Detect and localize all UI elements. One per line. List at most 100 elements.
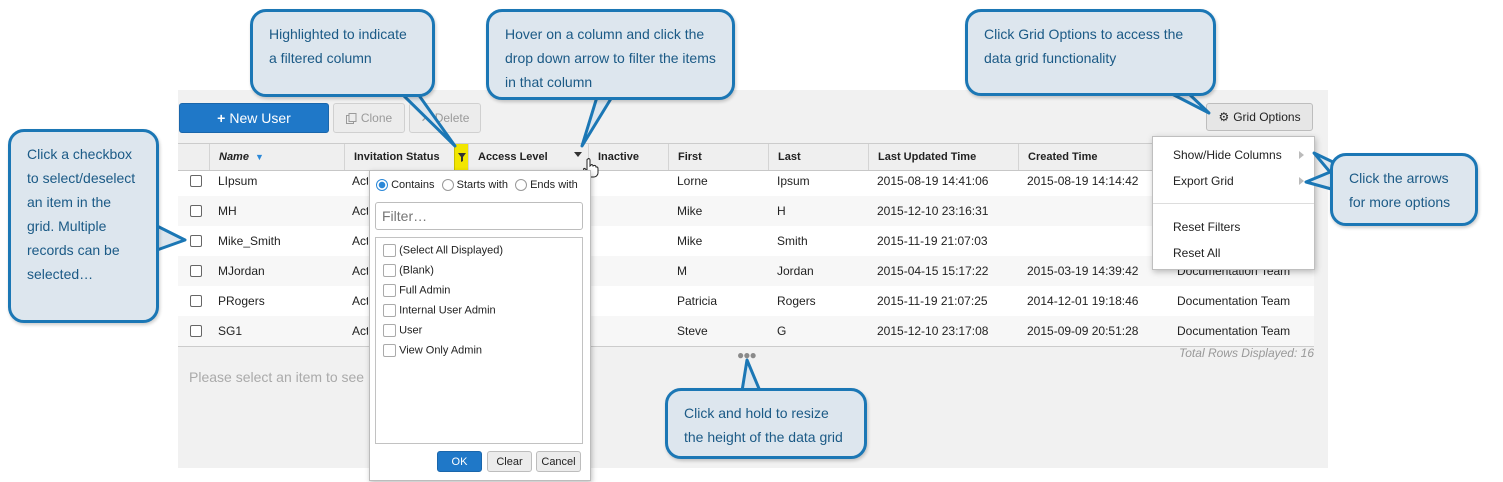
row-checkbox[interactable] — [190, 265, 202, 277]
column-dropdown-arrow-icon[interactable] — [574, 152, 582, 157]
cell-first: Lorne — [677, 174, 708, 188]
list-item[interactable]: Full Admin — [383, 284, 450, 297]
cell-name: LIpsum — [218, 174, 258, 188]
cell-status: Act — [352, 204, 368, 218]
table-row[interactable]: PRogers Act Patricia Rogers 2015-11-19 2… — [178, 286, 1314, 316]
cell-first: Patricia — [677, 294, 718, 308]
cell-first: Mike — [677, 204, 703, 218]
column-header-label: Access Level — [478, 151, 548, 163]
data-grid: Name ▼ Invitation Status Access Level In… — [178, 143, 1314, 347]
clone-button[interactable]: Clone — [333, 103, 405, 133]
list-item[interactable]: (Blank) — [383, 264, 434, 277]
cell-team: Documentation Team — [1177, 294, 1291, 308]
cell-created: 2015-03-19 14:39:42 — [1027, 264, 1139, 278]
option-label: View Only Admin — [399, 344, 483, 357]
cell-team: Documentation Team — [1177, 324, 1291, 338]
row-checkbox[interactable] — [190, 325, 202, 337]
menu-item-reset-all[interactable]: Reset All — [1173, 246, 1220, 260]
cell-last: Smith — [777, 234, 808, 248]
filter-mode-row: Contains Starts with Ends with — [376, 179, 578, 192]
cell-last: G — [777, 324, 787, 338]
list-item[interactable]: View Only Admin — [383, 344, 482, 357]
filter-input[interactable] — [375, 202, 583, 230]
option-checkbox[interactable] — [383, 324, 396, 337]
row-checkbox[interactable] — [190, 175, 202, 187]
row-checkbox[interactable] — [190, 235, 202, 247]
cell-name: PRogers — [218, 294, 265, 308]
option-label: Full Admin — [399, 284, 451, 297]
column-header-label: Inactive — [598, 151, 639, 163]
cell-name: Mike_Smith — [218, 234, 281, 248]
cell-updated: 2015-11-19 21:07:25 — [877, 294, 988, 308]
total-rows-label: Total Rows Displayed: 16 — [1179, 346, 1314, 360]
column-header-label: Last — [778, 151, 801, 163]
column-header-label: Invitation Status — [354, 151, 440, 163]
cell-status: Act — [352, 324, 368, 338]
grid-options-label: Grid Options — [1233, 110, 1301, 124]
list-item[interactable]: (Select All Displayed) — [383, 244, 503, 257]
menu-item-export-grid[interactable]: Export Grid — [1173, 174, 1234, 188]
menu-item-reset-filters[interactable]: Reset Filters — [1173, 220, 1240, 234]
clear-button[interactable]: Clear — [487, 451, 532, 472]
column-header-label: Created Time — [1028, 151, 1098, 163]
row-checkbox[interactable] — [190, 295, 202, 307]
menu-item-show-hide-columns[interactable]: Show/Hide Columns — [1173, 148, 1282, 162]
ok-button[interactable]: OK — [437, 451, 482, 472]
submenu-arrow-icon[interactable] — [1299, 151, 1304, 159]
cell-updated: 2015-11-19 21:07:03 — [877, 234, 988, 248]
table-row[interactable]: SG1 Act Steve G 2015-12-10 23:17:08 2015… — [178, 316, 1314, 346]
column-header-label: First — [678, 151, 702, 163]
column-header-label: Name — [219, 151, 249, 163]
clone-label: Clone — [360, 111, 393, 125]
option-label: (Select All Displayed) — [399, 244, 503, 257]
delete-label: Delete — [434, 111, 470, 125]
sort-desc-icon: ▼ — [255, 152, 264, 162]
cell-updated: 2015-12-10 23:17:08 — [877, 324, 989, 338]
option-checkbox[interactable] — [383, 344, 396, 357]
option-label: Internal User Admin — [399, 304, 496, 317]
cell-last: Ipsum — [777, 174, 810, 188]
contains-label: Contains — [391, 179, 435, 191]
delete-button[interactable]: ✕ Delete — [409, 103, 481, 133]
resize-handle-icon[interactable]: ●●● — [737, 348, 757, 362]
starts-with-radio[interactable] — [441, 179, 454, 192]
table-row[interactable]: LIpsum Act Lorne Ipsum 2015-08-19 14:41:… — [178, 166, 1314, 196]
callout-highlighted-column: Highlighted to indicate a filtered colum… — [250, 9, 435, 97]
callout-arrows: Click the arrows for more options — [1330, 153, 1478, 226]
callout-hover-filter: Hover on a column and click the drop dow… — [486, 9, 735, 100]
option-checkbox[interactable] — [383, 304, 396, 317]
ends-with-radio[interactable] — [515, 179, 528, 192]
table-row[interactable]: Mike_Smith Act Mike Smith 2015-11-19 21:… — [178, 226, 1314, 256]
option-checkbox[interactable] — [383, 264, 396, 277]
menu-divider — [1153, 203, 1314, 204]
cell-last: Rogers — [777, 294, 816, 308]
cancel-button[interactable]: Cancel — [536, 451, 581, 472]
starts-with-label: Starts with — [456, 179, 508, 191]
cell-name: SG1 — [218, 324, 243, 338]
table-row[interactable]: MJordan Act M Jordan 2015-04-15 15:17:22… — [178, 256, 1314, 286]
list-item[interactable]: User — [383, 324, 422, 337]
option-label: User — [399, 324, 423, 337]
row-checkbox[interactable] — [190, 205, 202, 217]
callout-checkbox: Click a checkbox to select/deselect an i… — [8, 129, 159, 323]
contains-radio[interactable] — [376, 179, 388, 192]
grid-options-button[interactable]: ⚙ Grid Options — [1206, 103, 1313, 131]
submenu-arrow-icon[interactable] — [1299, 177, 1304, 185]
copy-icon — [345, 112, 357, 124]
cell-created: 2015-09-09 20:51:28 — [1027, 324, 1139, 338]
option-checkbox[interactable] — [383, 284, 396, 297]
column-header-label: Last Updated Time — [878, 151, 977, 163]
list-item[interactable]: Internal User Admin — [383, 304, 496, 317]
table-row[interactable]: MH Act Mike H 2015-12-10 23:16:31 — [178, 196, 1314, 226]
option-label: (Blank) — [399, 264, 434, 277]
cell-updated: 2015-04-15 15:17:22 — [877, 264, 989, 278]
new-user-button[interactable]: + New User — [179, 103, 329, 133]
cell-name: MH — [218, 204, 237, 218]
new-user-label: New User — [229, 110, 291, 126]
cell-status: Act — [352, 234, 368, 248]
callout-resize: Click and hold to resize the height of t… — [665, 388, 867, 459]
empty-detail-message: Please select an item to see — [189, 369, 365, 385]
cell-first: Mike — [677, 234, 703, 248]
cell-status: Act — [352, 294, 368, 308]
option-checkbox[interactable] — [383, 244, 396, 257]
